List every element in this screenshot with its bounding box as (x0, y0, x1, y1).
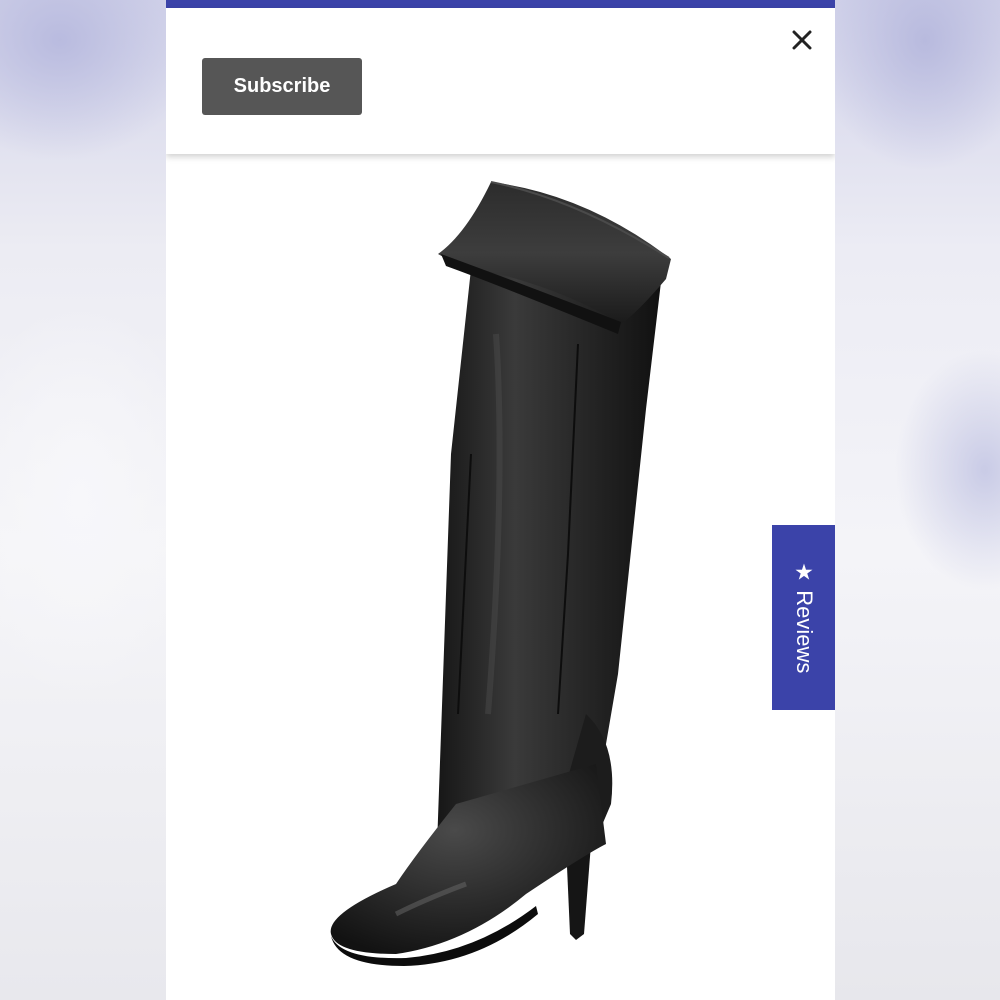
product-image-area (166, 154, 835, 1000)
product-page: Subscribe ★ Reviews (166, 0, 835, 1000)
reviews-tab-content: ★ Reviews (791, 558, 817, 673)
subscribe-button[interactable]: Subscribe (202, 58, 362, 115)
reviews-tab[interactable]: ★ Reviews (772, 525, 835, 710)
top-accent-bar (166, 0, 835, 8)
blurred-background-right (835, 0, 1000, 1000)
close-icon[interactable] (790, 28, 814, 52)
boot-image (330, 181, 671, 966)
reviews-tab-label: Reviews (791, 589, 817, 673)
blurred-background-left (0, 0, 166, 1000)
subscribe-banner: Subscribe (166, 8, 835, 154)
star-icon: ★ (793, 558, 814, 584)
